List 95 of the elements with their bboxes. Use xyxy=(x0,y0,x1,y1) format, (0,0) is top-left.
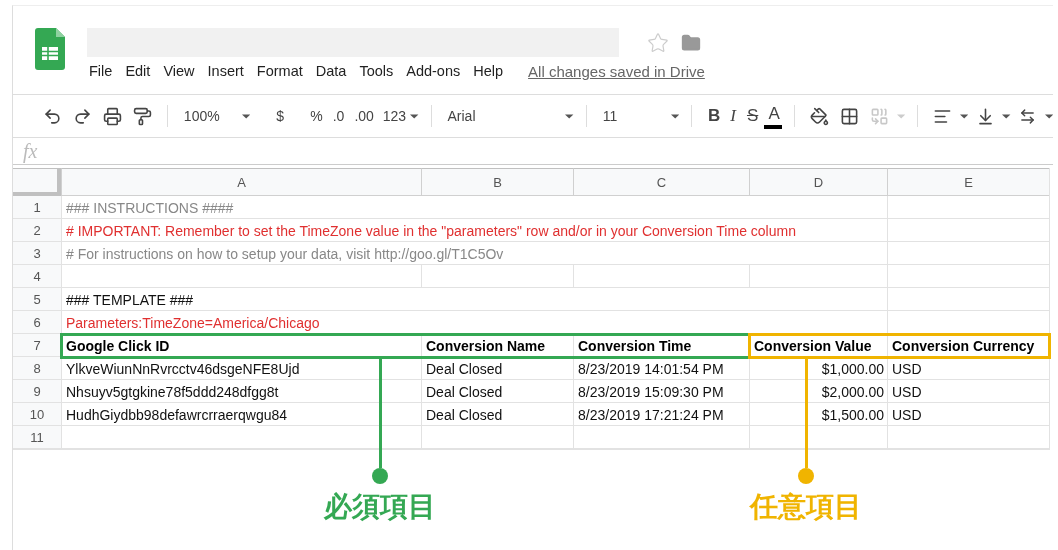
number-format-select[interactable]: 123 xyxy=(378,102,407,130)
empty-cell[interactable] xyxy=(749,265,887,288)
italic-button[interactable]: I xyxy=(726,102,739,130)
print-icon[interactable] xyxy=(102,106,122,126)
borders-icon[interactable] xyxy=(840,106,860,126)
empty-cell[interactable] xyxy=(421,426,573,449)
font-select[interactable]: Arial xyxy=(443,102,562,130)
paint-bucket-icon[interactable] xyxy=(810,106,830,126)
table-cell: USD xyxy=(892,360,922,378)
select-all-corner[interactable] xyxy=(13,168,61,196)
cell-text: # IMPORTANT: Remember to set the TimeZone value in the "parameters" row and/or in your Conversion Time column xyxy=(66,222,796,240)
empty-cell[interactable] xyxy=(573,426,749,449)
dropdown-caret-icon[interactable] xyxy=(670,113,680,119)
folder-icon[interactable] xyxy=(681,32,701,53)
paint-roller-icon[interactable] xyxy=(132,106,152,126)
empty-cell[interactable] xyxy=(887,196,1049,219)
menu-item[interactable]: Insert xyxy=(205,59,251,83)
menu-item[interactable]: Edit xyxy=(123,59,158,83)
strikethrough-button[interactable]: S xyxy=(742,102,761,130)
table-cell: $1,500.00 xyxy=(821,406,884,424)
table-cell: USD xyxy=(892,406,922,424)
column-title: Conversion Value xyxy=(754,337,872,355)
column-title: Google Click ID xyxy=(66,337,170,355)
menu-item[interactable]: Add-ons xyxy=(404,59,468,83)
empty-cell[interactable] xyxy=(421,265,573,288)
menu-item[interactable]: View xyxy=(161,59,202,83)
column-title: Conversion Time xyxy=(578,337,692,355)
row-number[interactable]: 11 xyxy=(13,426,61,449)
menu-item[interactable]: Format xyxy=(254,59,310,83)
table-cell: Nhsuyv5gtgkine78f5ddd248dfgg8t xyxy=(66,383,279,401)
table-cell: $1,000.00 xyxy=(821,360,884,378)
empty-cell[interactable] xyxy=(887,242,1049,265)
row-number[interactable]: 1 xyxy=(13,196,61,219)
row-number[interactable]: 4 xyxy=(13,265,61,288)
cell-text: ### INSTRUCTIONS #### xyxy=(66,199,234,217)
star-icon[interactable] xyxy=(647,31,669,54)
table-cell: Deal Closed xyxy=(426,383,503,401)
table-cell: 8/23/2019 17:21:24 PM xyxy=(578,406,724,424)
menu-item[interactable]: Tools xyxy=(357,59,401,83)
table-cell: Deal Closed xyxy=(426,406,503,424)
dropdown-caret-icon[interactable] xyxy=(1044,113,1054,119)
empty-cell[interactable] xyxy=(573,265,749,288)
empty-cell[interactable] xyxy=(887,288,1049,311)
dropdown-caret-icon[interactable] xyxy=(960,113,969,119)
dropdown-caret-icon[interactable] xyxy=(565,113,574,119)
table-cell: $2,000.00 xyxy=(821,383,884,401)
row-number[interactable]: 9 xyxy=(13,380,61,403)
dropdown-caret-icon[interactable] xyxy=(410,113,419,119)
cell-text: # For instructions on how to setup your data, visit http://goo.gl/T1C5Ov xyxy=(66,245,504,263)
row-number[interactable]: 5 xyxy=(13,288,61,311)
row-number[interactable]: 7 xyxy=(13,334,61,357)
bold-button[interactable]: B xyxy=(703,102,723,130)
dropdown-caret-icon[interactable] xyxy=(1002,113,1011,119)
column-header[interactable]: D xyxy=(749,168,887,196)
text-color-button[interactable]: A xyxy=(764,103,782,129)
row-number[interactable]: 2 xyxy=(13,219,61,242)
table-cell: 8/23/2019 14:01:54 PM xyxy=(578,360,724,378)
annotation-label: 必須項目 xyxy=(324,490,436,524)
table-cell: USD xyxy=(892,383,922,401)
percent-button[interactable]: % xyxy=(306,102,325,130)
menu-item[interactable]: File xyxy=(87,59,120,83)
undo-icon[interactable] xyxy=(42,106,62,126)
row-number[interactable]: 10 xyxy=(13,403,61,426)
dropdown-caret-icon[interactable] xyxy=(241,113,251,119)
column-header[interactable]: C xyxy=(573,168,749,196)
empty-cell[interactable] xyxy=(887,426,1049,449)
empty-cell[interactable] xyxy=(887,219,1049,242)
table-cell: 8/23/2019 15:09:30 PM xyxy=(578,383,724,401)
cell-text: ### TEMPLATE ### xyxy=(66,291,194,309)
annotation-label: 任意項目 xyxy=(750,490,862,524)
increase-decimals-button[interactable]: .00 xyxy=(350,102,375,130)
column-header[interactable]: B xyxy=(421,168,573,196)
font-size-select[interactable]: 11 xyxy=(598,102,667,130)
column-header[interactable]: E xyxy=(887,168,1049,196)
column-title: Conversion Currency xyxy=(892,337,1035,355)
cell-text: Parameters:TimeZone=America/Chicago xyxy=(66,314,320,332)
menu-item[interactable]: Help xyxy=(471,59,511,83)
row-number[interactable]: 8 xyxy=(13,357,61,380)
column-title: Conversion Name xyxy=(426,337,546,355)
table-cell: HudhGiydbb98defawrcrraerqwgu84 xyxy=(66,406,288,424)
empty-cell[interactable] xyxy=(887,265,1049,288)
text-wrap-icon[interactable] xyxy=(1019,107,1037,125)
redo-icon[interactable] xyxy=(72,106,92,126)
spreadsheet-logo[interactable] xyxy=(35,28,65,70)
save-status-link[interactable]: All changes saved in Drive xyxy=(528,62,705,80)
zoom-select[interactable]: 100% xyxy=(179,102,238,130)
column-header[interactable]: A xyxy=(61,168,421,196)
formula-label: fx xyxy=(23,139,38,163)
decrease-decimals-button[interactable]: .0 xyxy=(328,102,347,130)
table-cell: YlkveWiunNnRvrcctv46dsgeNFE8Ujd xyxy=(66,360,300,378)
menu-item[interactable]: Data xyxy=(313,59,354,83)
row-number[interactable]: 3 xyxy=(13,242,61,265)
row-number[interactable]: 6 xyxy=(13,311,61,334)
table-cell: Deal Closed xyxy=(426,360,503,378)
currency-button[interactable]: $ xyxy=(272,102,303,130)
